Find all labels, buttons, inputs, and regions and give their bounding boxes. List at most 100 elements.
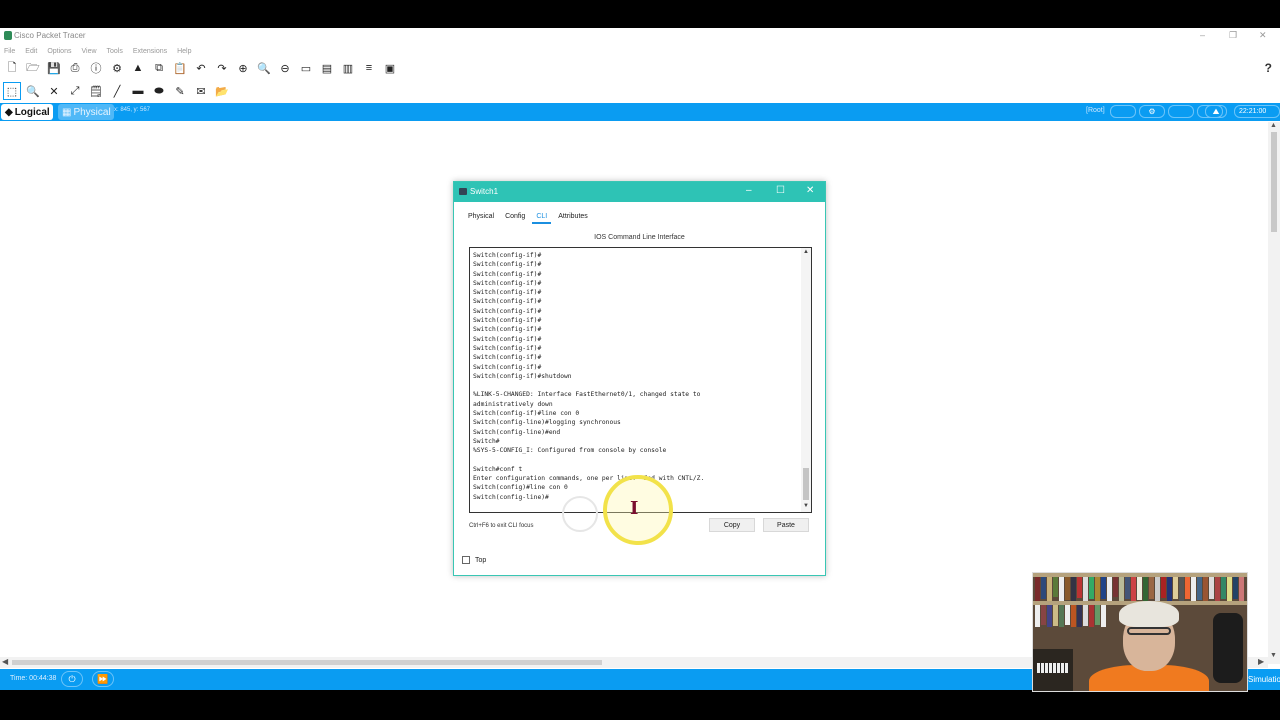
- dialog-minimize-button[interactable]: –: [746, 185, 752, 196]
- console-line: Switch(config-if)#: [473, 261, 542, 269]
- piano: [1033, 649, 1073, 691]
- menu-options[interactable]: Options: [47, 48, 71, 55]
- main-toolbar: 🗋 🗁 💾 ⎙ ⓘ ⚙ ▲ ⧉ 📋 ↶ ↷ ⊕ 🔍 ⊖ ▭ ▤ ▥ ≡ ▣: [0, 57, 1280, 79]
- console-scroll-up-icon[interactable]: ▲: [803, 249, 809, 255]
- help-icon[interactable]: ?: [1265, 61, 1272, 75]
- zoom-out-icon[interactable]: ⊖: [276, 59, 294, 77]
- logical-icon: ◆: [5, 106, 13, 118]
- vertical-scrollbar[interactable]: ▲ ▼: [1268, 122, 1280, 664]
- freeform-icon[interactable]: ✎: [171, 82, 189, 100]
- draw-rectangle-icon[interactable]: ▬: [129, 82, 147, 100]
- undo-icon[interactable]: ↶: [192, 59, 210, 77]
- draw-ellipse-icon[interactable]: ⬬: [150, 82, 168, 100]
- tab-config[interactable]: Config: [505, 213, 525, 220]
- top-checkbox[interactable]: [462, 556, 470, 564]
- redo-icon[interactable]: ↷: [213, 59, 231, 77]
- tab-physical[interactable]: ▦ Physical: [58, 104, 114, 120]
- select-icon[interactable]: ⬚: [3, 82, 21, 100]
- menu-tools[interactable]: Tools: [107, 48, 123, 55]
- console-line: Switch(config-if)#: [473, 335, 542, 343]
- chair: [1213, 613, 1243, 683]
- zoom-in-icon[interactable]: ⊕: [234, 59, 252, 77]
- new-cluster-button[interactable]: [1110, 105, 1136, 118]
- top-checkbox-row[interactable]: Top: [462, 556, 486, 564]
- complex-pdu-icon[interactable]: 📂: [213, 82, 231, 100]
- draw-line-icon[interactable]: ╱: [108, 82, 126, 100]
- copy-button[interactable]: Copy: [709, 518, 755, 532]
- delete-icon[interactable]: ✕: [45, 82, 63, 100]
- simulation-mode-label[interactable]: Simulation: [1248, 675, 1280, 684]
- menu-view[interactable]: View: [81, 48, 96, 55]
- console-scrollbar[interactable]: ▲ ▼: [801, 248, 811, 512]
- menu-file[interactable]: File: [4, 48, 15, 55]
- console-line: Switch(config-if)#: [473, 307, 542, 315]
- console-line: Switch(config-if)#: [473, 289, 542, 297]
- activity-wizard-icon[interactable]: ▲: [129, 59, 147, 77]
- scroll-up-icon[interactable]: ▲: [1270, 122, 1277, 129]
- console-line: Switch(config-if)#: [473, 279, 542, 287]
- pdu-list-icon[interactable]: ≡: [360, 59, 378, 77]
- cli-output[interactable]: Switch(config-if)# Switch(config-if)# Swit…: [473, 251, 798, 502]
- console-line: Switch(config-if)#shutdown: [473, 372, 572, 380]
- minimize-button[interactable]: –: [1200, 30, 1205, 40]
- console-scroll-down-icon[interactable]: ▼: [803, 503, 809, 509]
- note-icon[interactable]: 🗒: [87, 82, 105, 100]
- custom-devices-icon[interactable]: ▤: [318, 59, 336, 77]
- set-background-button[interactable]: [1168, 105, 1194, 118]
- menu-extensions[interactable]: Extensions: [133, 48, 167, 55]
- switch-icon: [459, 188, 467, 195]
- text-cursor-icon: I: [630, 498, 639, 519]
- resize-icon[interactable]: ⤢: [66, 82, 84, 100]
- print-icon[interactable]: ⎙: [66, 59, 84, 77]
- console-line: Switch(config-if)#: [473, 326, 542, 334]
- environment-icon[interactable]: ⛰: [1205, 105, 1227, 118]
- dialog-maximize-button[interactable]: ☐: [776, 185, 785, 196]
- horizontal-scroll-thumb[interactable]: [12, 660, 602, 665]
- physical-icon: ▦: [62, 106, 72, 118]
- console-line: Switch(config-if)#line con 0: [473, 410, 580, 418]
- console-scroll-thumb[interactable]: [803, 468, 809, 500]
- cli-console[interactable]: Switch(config-if)# Switch(config-if)# Swit…: [469, 247, 812, 513]
- viewport-icon[interactable]: ▥: [339, 59, 357, 77]
- scroll-right-icon[interactable]: ▶: [1258, 657, 1264, 666]
- save-icon[interactable]: 💾: [45, 59, 63, 77]
- menu-help[interactable]: Help: [177, 48, 191, 55]
- menu-edit[interactable]: Edit: [25, 48, 37, 55]
- scroll-left-icon[interactable]: ◀: [2, 657, 8, 666]
- cli-focus-hint: Ctrl+F6 to exit CLI focus: [469, 523, 534, 529]
- drawing-palette-icon[interactable]: ▭: [297, 59, 315, 77]
- simple-pdu-icon[interactable]: ✉: [192, 82, 210, 100]
- tab-physical-device[interactable]: Physical: [468, 213, 494, 220]
- tab-attributes[interactable]: Attributes: [558, 213, 588, 220]
- console-line: Switch(config-if)#: [473, 298, 542, 306]
- top-checkbox-label: Top: [475, 556, 487, 564]
- dialog-close-button[interactable]: ✕: [806, 185, 814, 196]
- console-line: Switch(config-if)#: [473, 363, 542, 371]
- power-cycle-icon[interactable]: ⏻: [61, 671, 83, 687]
- restore-button[interactable]: ❐: [1229, 30, 1237, 41]
- vertical-scroll-thumb[interactable]: [1271, 132, 1277, 232]
- tab-logical[interactable]: ◆ Logical: [1, 104, 53, 120]
- zoom-reset-icon[interactable]: 🔍: [255, 59, 273, 77]
- close-button[interactable]: ✕: [1259, 30, 1267, 41]
- move-object-icon[interactable]: ⚙: [1139, 105, 1165, 118]
- paste-button[interactable]: Paste: [763, 518, 809, 532]
- webcam-overlay: [1032, 572, 1248, 692]
- root-breadcrumb[interactable]: [Root]: [1086, 107, 1105, 114]
- scroll-down-icon[interactable]: ▼: [1270, 652, 1277, 659]
- copy-icon[interactable]: ⧉: [150, 59, 168, 77]
- open-folder-icon[interactable]: 🗁: [24, 59, 42, 77]
- info-icon[interactable]: ⓘ: [87, 59, 105, 77]
- app-icon: [4, 31, 12, 40]
- dialog-title-bar[interactable]: Switch1 – ☐ ✕: [454, 182, 825, 202]
- tab-cli[interactable]: CLI: [532, 213, 552, 224]
- new-file-icon[interactable]: 🗋: [3, 59, 21, 77]
- network-wizard-icon[interactable]: ⚙: [108, 59, 126, 77]
- inspect-icon[interactable]: 🔍: [24, 82, 42, 100]
- window-title: Cisco Packet Tracer: [14, 31, 86, 40]
- paste-icon[interactable]: 📋: [171, 59, 189, 77]
- screen-icon[interactable]: ▣: [381, 59, 399, 77]
- fast-forward-icon[interactable]: ⏩: [92, 671, 114, 687]
